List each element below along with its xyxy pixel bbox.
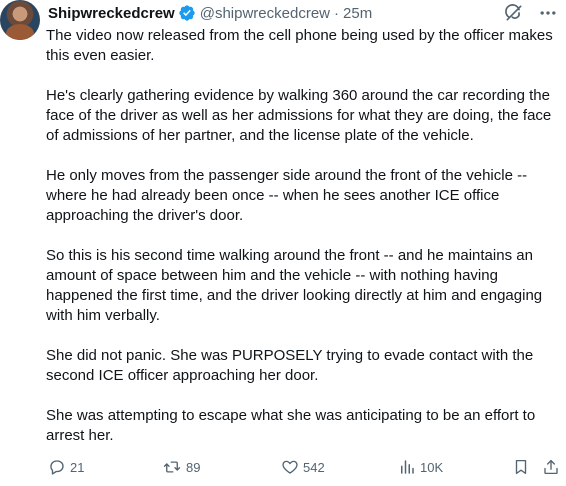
bookmark-icon xyxy=(512,458,530,476)
tweet-paragraph: He's clearly gathering evidence by walki… xyxy=(46,87,552,144)
share-button[interactable] xyxy=(542,456,560,478)
views-count: 10K xyxy=(420,459,444,475)
tweet-paragraph: She was attempting to escape what she wa… xyxy=(46,407,536,444)
repost-icon xyxy=(162,458,182,476)
bookmark-button[interactable] xyxy=(512,456,530,478)
tweet-body: The video now released from the cell pho… xyxy=(46,26,562,466)
author-handle[interactable]: @shipwreckedcrew xyxy=(200,5,330,22)
like-button[interactable]: 542 xyxy=(281,456,325,478)
repost-count: 89 xyxy=(186,459,201,475)
tweet-header: Shipwreckedcrew @shipwreckedcrew · 25m xyxy=(48,2,558,24)
views-button[interactable]: 10K xyxy=(398,456,443,478)
reply-button[interactable]: 21 xyxy=(48,456,84,478)
header-actions xyxy=(504,2,558,24)
tweet-actions-bar: 21 89 542 10K xyxy=(48,456,560,478)
share-icon xyxy=(542,458,560,476)
reply-count: 21 xyxy=(70,459,85,475)
tweet-paragraph: She did not panic. She was PURPOSELY try… xyxy=(46,347,534,384)
tweet-paragraph: He only moves from the passenger side ar… xyxy=(46,167,528,224)
more-icon[interactable] xyxy=(538,3,558,23)
reply-icon xyxy=(48,458,66,476)
repost-button[interactable]: 89 xyxy=(162,456,200,478)
like-icon xyxy=(281,458,299,476)
separator-dot: · xyxy=(334,4,340,22)
tweet-paragraph: The video now released from the cell pho… xyxy=(46,27,553,64)
verified-badge-icon[interactable] xyxy=(178,4,196,22)
avatar[interactable] xyxy=(0,0,40,40)
like-count: 542 xyxy=(303,459,325,475)
author-display-name[interactable]: Shipwreckedcrew xyxy=(48,5,175,22)
tweet-paragraph: So this is his second time walking aroun… xyxy=(46,247,543,324)
grok-icon[interactable] xyxy=(504,3,524,23)
tweet-timestamp[interactable]: 25m xyxy=(343,5,372,22)
avatar-figure xyxy=(6,24,34,40)
views-icon xyxy=(398,458,416,476)
